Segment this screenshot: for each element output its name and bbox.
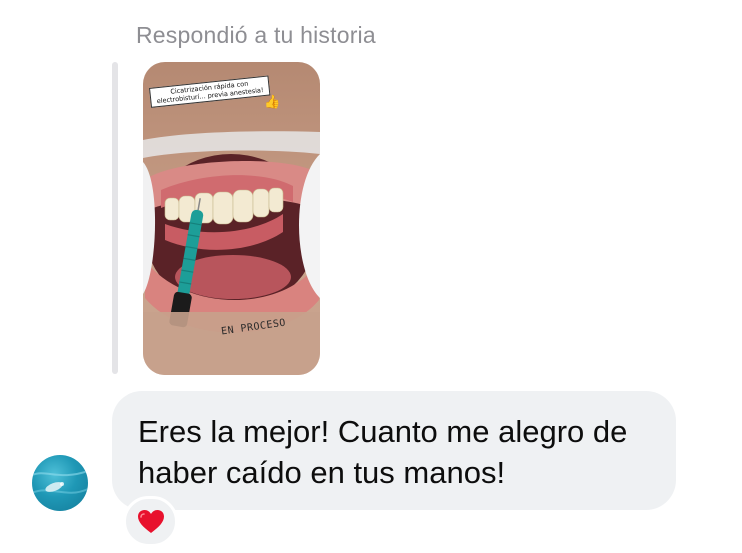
replied-to-story-label: Respondió a tu historia xyxy=(136,22,376,48)
dm-conversation-screen: Respondió a tu historia Cicatrización rá… xyxy=(0,0,742,553)
message-line-2: haber caído en tus manos! xyxy=(138,455,506,490)
thumbs-up-icon: 👍 xyxy=(264,94,281,109)
message-text: Eres la mejor! Cuanto me alegro de haber … xyxy=(138,411,650,493)
sender-avatar[interactable] xyxy=(32,455,88,511)
reply-quote-bar xyxy=(112,62,118,374)
story-preview-card[interactable]: Cicatrización rápida con electrobisturí.… xyxy=(143,62,320,375)
message-line-1: Eres la mejor! Cuanto me alegro de xyxy=(138,414,628,449)
red-heart-icon xyxy=(137,509,164,533)
ocean-avatar-icon xyxy=(32,470,88,494)
message-bubble[interactable]: Eres la mejor! Cuanto me alegro de haber … xyxy=(112,391,676,510)
heart-reaction-badge[interactable] xyxy=(123,496,178,547)
